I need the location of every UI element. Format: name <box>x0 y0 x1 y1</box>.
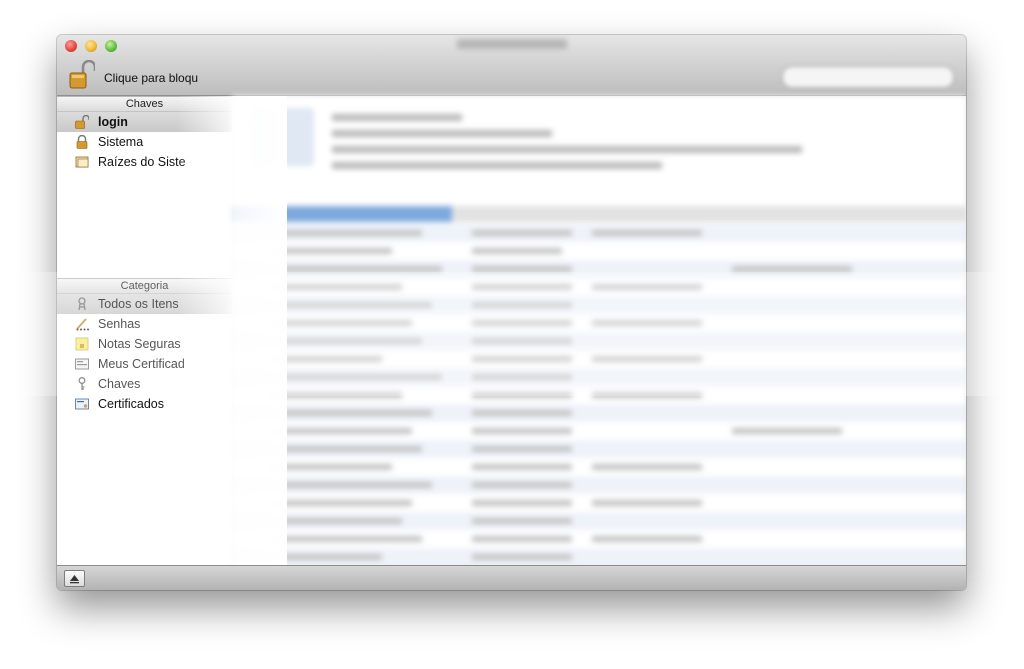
sidebar-item-raizes-do-sistema[interactable]: Raízes do Siste <box>57 152 232 172</box>
unlocked-padlock-icon[interactable] <box>69 60 95 90</box>
keychain-window: Clique para bloqu Chaves login Sistema R… <box>57 35 966 590</box>
keychains-header: Chaves <box>57 96 232 112</box>
category-header: Categoria <box>57 278 232 294</box>
eject-triangle-icon <box>70 575 79 584</box>
title-toolbar: Clique para bloqu <box>57 35 966 96</box>
sidebar-item-label: login <box>98 115 128 129</box>
close-button[interactable] <box>65 40 77 52</box>
key-icon <box>78 377 86 390</box>
sidebar-item-todos-os-itens[interactable]: Todos os Itens <box>57 294 232 314</box>
sidebar-item-notas-seguras[interactable]: Notas Seguras <box>57 334 232 354</box>
sidebar-item-label: Senhas <box>98 317 141 331</box>
sidebar-item-sistema[interactable]: Sistema <box>57 132 232 152</box>
bottom-bar <box>57 565 966 590</box>
item-list-blurred <box>232 96 966 578</box>
all-items-icon <box>78 297 86 311</box>
folder-icon <box>75 156 89 168</box>
blurred-text <box>332 146 802 153</box>
sidebar-item-chaves[interactable]: Chaves <box>57 374 232 394</box>
sidebar-item-certificados[interactable]: Certificados <box>57 394 232 414</box>
blurred-text <box>332 162 662 169</box>
sidebar-item-label: Sistema <box>98 135 144 149</box>
item-preview-icon-blurred <box>252 108 314 166</box>
zoom-button[interactable] <box>105 40 117 52</box>
secure-notes-icon <box>75 337 89 351</box>
sidebar: Chaves login Sistema Raízes do Siste Cat… <box>57 96 232 566</box>
selected-column-header <box>232 206 452 222</box>
blurred-text <box>332 114 462 121</box>
sidebar-item-label: Meus Certificad <box>98 357 185 371</box>
sidebar-item-senhas[interactable]: Senhas <box>57 314 232 334</box>
sidebar-item-meus-certificados[interactable]: Meus Certificad <box>57 354 232 374</box>
unlocked-padlock-icon <box>75 115 89 129</box>
sidebar-item-label: Certificados <box>98 397 164 411</box>
lock-button-label[interactable]: Clique para bloqu <box>104 71 198 85</box>
info-button[interactable] <box>64 570 85 587</box>
minimize-button[interactable] <box>85 40 97 52</box>
sidebar-item-label: Notas Seguras <box>98 337 181 351</box>
sidebar-item-label: Chaves <box>98 377 141 391</box>
my-certificates-icon <box>75 358 89 370</box>
sidebar-item-login[interactable]: login <box>57 112 232 132</box>
sidebar-item-label: Todos os Itens <box>98 297 179 311</box>
locked-padlock-icon <box>76 135 88 149</box>
blurred-text <box>332 130 552 137</box>
search-field-blurred[interactable] <box>782 66 954 88</box>
certificate-icon <box>75 398 89 410</box>
passwords-icon <box>76 318 89 331</box>
table-header-blurred <box>232 206 966 222</box>
sidebar-item-label: Raízes do Siste <box>98 155 186 169</box>
window-title-blurred <box>457 39 567 49</box>
